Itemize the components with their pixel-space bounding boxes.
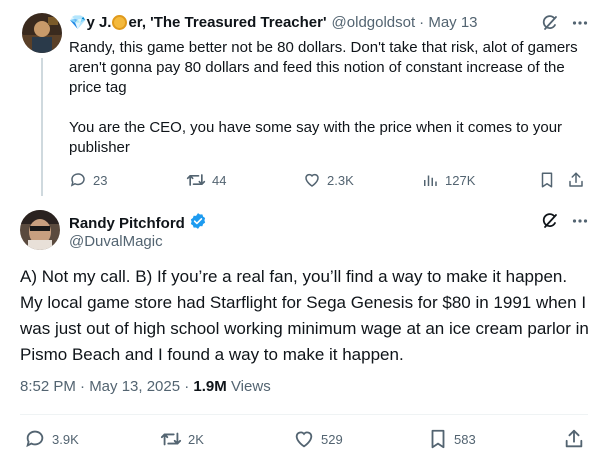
verified-badge-icon bbox=[189, 212, 207, 235]
main-action-bar: 3.9K 2K 529 583 bbox=[0, 428, 608, 450]
like-button[interactable]: 529 bbox=[293, 428, 343, 450]
reply-count: 3.9K bbox=[52, 431, 79, 447]
reply-icon bbox=[24, 428, 46, 450]
main-handle-row: @DuvalMagic bbox=[69, 233, 163, 250]
bookmark-button[interactable]: 583 bbox=[428, 428, 476, 450]
bookmark-button[interactable] bbox=[539, 171, 555, 189]
like-button[interactable]: 2.3K bbox=[303, 171, 354, 189]
author-name-part2[interactable]: er, 'The Treasured Treacher' bbox=[128, 14, 326, 31]
more-icon[interactable] bbox=[571, 212, 589, 235]
share-button[interactable] bbox=[567, 171, 585, 189]
tweet-date[interactable]: · May 13 bbox=[419, 14, 477, 31]
reply-paragraph: Randy, this game better not be 80 dollar… bbox=[69, 39, 578, 96]
reply-count: 23 bbox=[93, 172, 108, 188]
avatar[interactable] bbox=[20, 210, 60, 250]
views-button[interactable]: 127K bbox=[421, 171, 475, 189]
author-name-part1[interactable]: y J. bbox=[86, 14, 111, 31]
reply-icon bbox=[69, 171, 87, 189]
share-button[interactable] bbox=[563, 428, 585, 450]
grok-icon[interactable] bbox=[541, 212, 559, 235]
diamond-emoji: 💎 bbox=[69, 14, 87, 30]
repost-count: 44 bbox=[212, 172, 227, 188]
author-handle[interactable]: @oldgoldsot bbox=[332, 14, 416, 31]
heart-icon bbox=[303, 171, 321, 189]
views-count: 1.9M bbox=[193, 378, 227, 395]
bookmark-icon bbox=[539, 171, 555, 189]
author-handle[interactable]: @DuvalMagic bbox=[69, 233, 163, 250]
reply-text: Randy, this game better not be 80 dollar… bbox=[69, 38, 589, 158]
timestamp-row: 8:52 PM · May 13, 2025 · 1.9M Views bbox=[20, 378, 271, 395]
repost-button[interactable]: 44 bbox=[186, 171, 226, 189]
divider bbox=[20, 414, 588, 415]
coin-emoji-icon bbox=[112, 15, 128, 30]
repost-count: 2K bbox=[188, 431, 204, 447]
author-name[interactable]: Randy Pitchford bbox=[69, 215, 185, 232]
bookmark-icon bbox=[428, 428, 448, 450]
tweet-text: A) Not my call. B) If you’re a real fan,… bbox=[20, 267, 589, 364]
reply-button[interactable]: 23 bbox=[69, 171, 107, 189]
more-icon[interactable] bbox=[571, 14, 589, 37]
share-icon bbox=[563, 428, 585, 450]
reply-author-row: 💎 y J. er, 'The Treasured Treacher' @old… bbox=[69, 14, 478, 31]
main-author-row: Randy Pitchford bbox=[69, 212, 207, 235]
heart-icon bbox=[293, 428, 315, 450]
views-label: Views bbox=[226, 378, 271, 395]
avatar[interactable] bbox=[22, 13, 62, 53]
reply-action-bar: 23 44 2.3K 127K bbox=[0, 170, 608, 190]
like-count: 2.3K bbox=[327, 172, 354, 188]
reply-top-actions bbox=[541, 14, 589, 37]
bookmark-count: 583 bbox=[454, 431, 476, 447]
views-count: 127K bbox=[445, 172, 476, 188]
repost-button[interactable]: 2K bbox=[160, 429, 204, 449]
tweet-timestamp[interactable]: 8:52 PM · May 13, 2025 · bbox=[20, 378, 193, 395]
repost-icon bbox=[160, 429, 182, 449]
main-top-actions bbox=[541, 212, 589, 235]
grok-icon[interactable] bbox=[541, 14, 559, 37]
share-icon bbox=[567, 171, 585, 189]
reply-paragraph: You are the CEO, you have some say with … bbox=[69, 119, 563, 156]
like-count: 529 bbox=[321, 431, 343, 447]
reply-button[interactable]: 3.9K bbox=[24, 428, 79, 450]
views-icon bbox=[421, 171, 439, 189]
repost-icon bbox=[186, 171, 206, 189]
